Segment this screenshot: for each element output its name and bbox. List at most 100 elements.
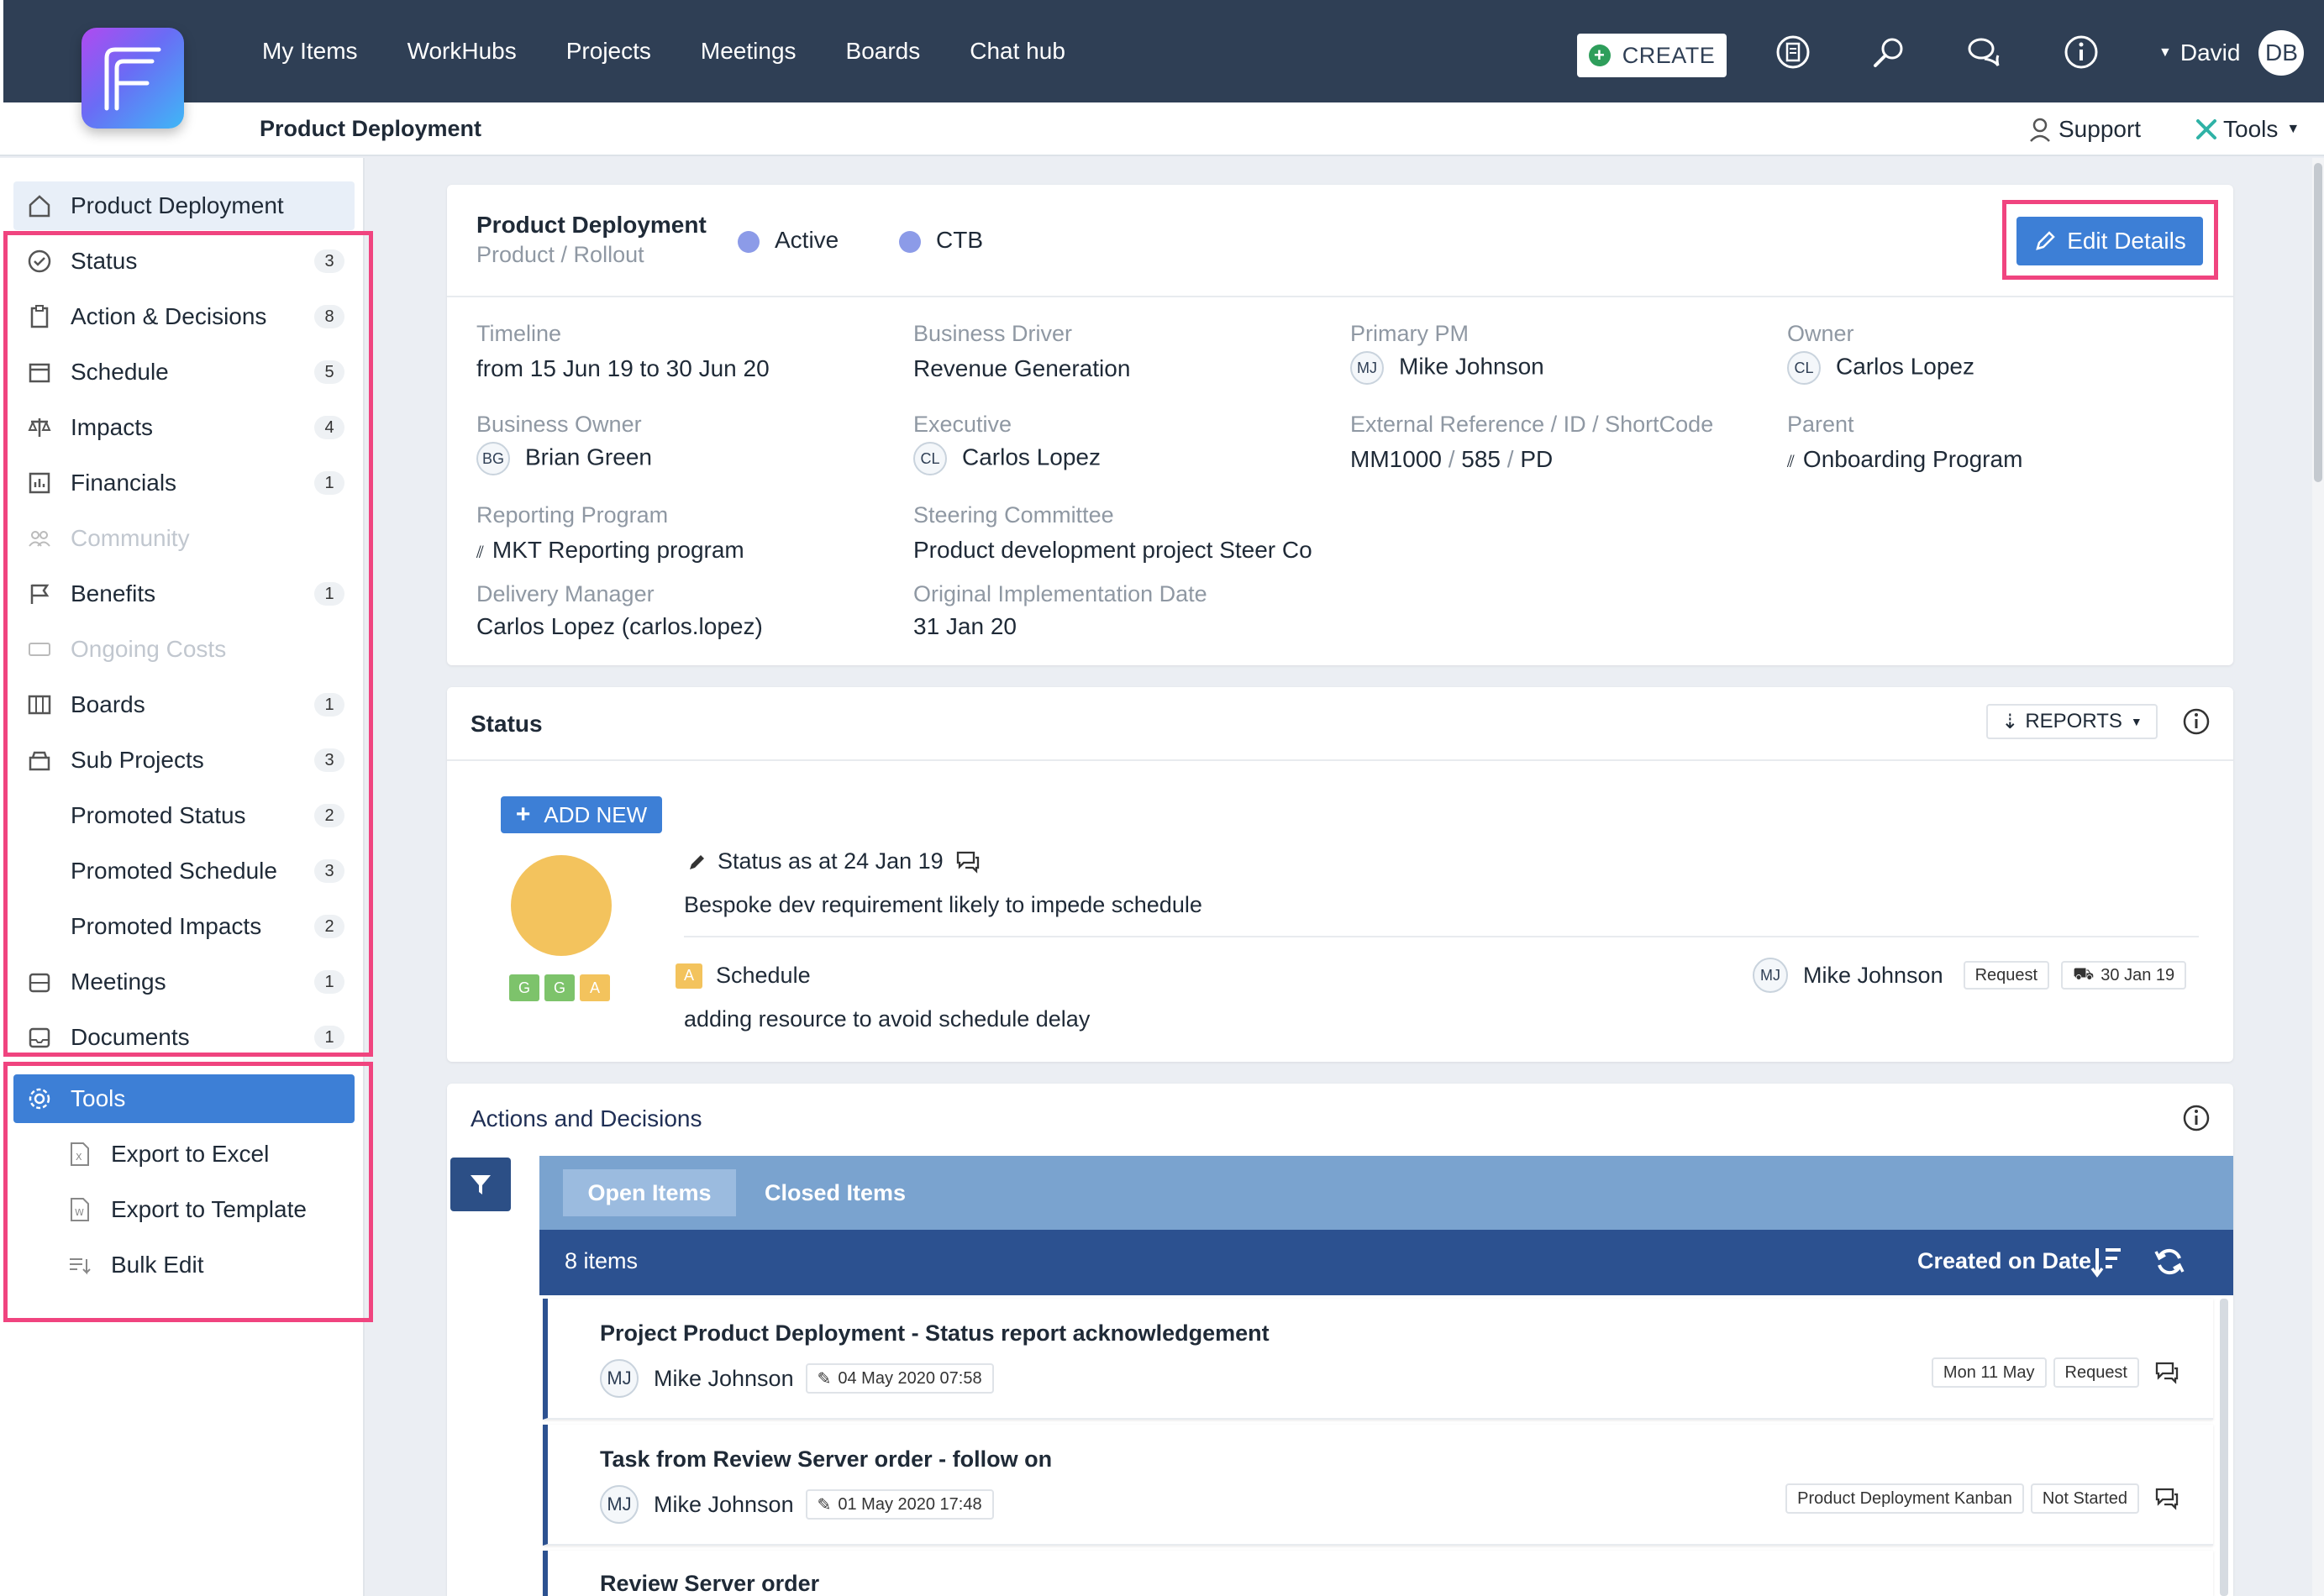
parent-value[interactable]: ⫽ Onboarding Program: [1787, 446, 2022, 473]
state-indicator: Active: [738, 227, 839, 254]
delivery-manager-value: Carlos Lopez (carlos.lopez): [476, 613, 763, 639]
status-title: Status: [471, 711, 543, 737]
breadcrumb: Product Deployment: [260, 116, 482, 141]
user-menu[interactable]: ▼ David DB: [2158, 30, 2305, 76]
status-entry-title: Status as at 24 Jan 19: [718, 848, 944, 874]
list-header: 8 items Created on Date: [539, 1230, 2233, 1295]
comment-icon[interactable]: [2154, 1361, 2179, 1384]
category-dot: [899, 230, 921, 253]
driver-value: Revenue Generation: [913, 355, 1131, 381]
sidebar-item-home[interactable]: Product Deployment: [13, 181, 355, 230]
add-new-button[interactable]: + ADD NEW: [501, 796, 662, 833]
timestamp-tag: ✎ 04 May 2020 07:58: [805, 1363, 994, 1394]
schedule-date: 30 Jan 19: [2101, 965, 2175, 984]
info-icon[interactable]: [2063, 34, 2100, 71]
divider: [684, 936, 2199, 937]
state-tag: Not Started: [2030, 1483, 2139, 1514]
schedule-note: adding resource to avoid schedule delay: [684, 1006, 1091, 1032]
item-stamp: 04 May 2020 07:58: [838, 1368, 982, 1388]
due-tag: Mon 11 May: [1931, 1357, 2047, 1388]
pencil-icon: [2036, 231, 2055, 250]
original-impl-date-value: 31 Jan 20: [913, 613, 1017, 639]
edit-details-button[interactable]: Edit Details: [2016, 217, 2203, 265]
field-label: External Reference / ID / ShortCode: [1350, 412, 1714, 437]
list-item[interactable]: Review Server order: [543, 1551, 2213, 1596]
external-ref-value: MM1000 / 585 / PD: [1350, 446, 1553, 473]
nav-projects[interactable]: Projects: [566, 38, 651, 65]
avatar: MJ: [600, 1485, 639, 1524]
comment-icon[interactable]: [2154, 1487, 2179, 1510]
sort-desc-icon[interactable]: [2090, 1245, 2124, 1278]
avatar: CL: [1787, 351, 1821, 385]
owner-name[interactable]: Carlos Lopez: [1836, 353, 1974, 379]
nav-boards[interactable]: Boards: [846, 38, 921, 65]
ext-id: 585: [1461, 446, 1501, 472]
field-label: Business Owner: [476, 412, 642, 437]
info-icon[interactable]: [2181, 706, 2211, 737]
sort-label[interactable]: Created on Date: [1917, 1248, 2091, 1274]
caret-down-icon: ▼: [2130, 715, 2143, 728]
rag-badge: G: [509, 974, 539, 1001]
item-title: Task from Review Server order - follow o…: [600, 1446, 1053, 1472]
timestamp-tag: ✎ 01 May 2020 17:48: [805, 1489, 994, 1520]
state-dot: [738, 230, 760, 253]
pencil-icon[interactable]: [687, 852, 707, 872]
item-person: Mike Johnson: [654, 1491, 794, 1517]
item-title: Review Server order: [600, 1571, 820, 1596]
page-scrollbar-track[interactable]: [2312, 158, 2324, 1596]
reporting-program-value[interactable]: ⫽ MKT Reporting program: [476, 537, 744, 564]
tab-open-items[interactable]: Open Items: [563, 1169, 736, 1216]
board-tag: Product Deployment Kanban: [1785, 1483, 2024, 1514]
field-label: Primary PM: [1350, 321, 1469, 346]
tools-menu[interactable]: Tools ▼: [2193, 116, 2300, 143]
chat-icon[interactable]: [1966, 34, 2003, 71]
milestone-icon: ⛟: [2073, 964, 2095, 984]
search-icon[interactable]: [1870, 34, 1907, 71]
actions-title: Actions and Decisions: [471, 1105, 702, 1131]
nav-chat-hub[interactable]: Chat hub: [970, 38, 1065, 65]
field-label: Owner: [1787, 321, 1854, 346]
schedule-person[interactable]: Mike Johnson: [1803, 963, 1943, 989]
pm-name[interactable]: Mike Johnson: [1399, 353, 1544, 379]
rp-name: MKT Reporting program: [492, 537, 744, 563]
highlight-tools-section: [3, 1062, 373, 1322]
field-label: Reporting Program: [476, 502, 669, 528]
info-icon[interactable]: [2181, 1103, 2211, 1133]
create-label: CREATE: [1622, 42, 1716, 68]
app-logo[interactable]: [81, 28, 184, 129]
exec-name[interactable]: Carlos Lopez: [962, 444, 1101, 470]
ext-ref: MM1000: [1350, 446, 1442, 472]
steering-committee-value: Product development project Steer Co: [913, 537, 1312, 563]
list-item[interactable]: Project Product Deployment - Status repo…: [543, 1299, 2213, 1420]
schedule-rag-badge: A: [676, 963, 702, 989]
actions-card: Actions and Decisions Open Items Closed …: [447, 1084, 2233, 1596]
filter-button[interactable]: [450, 1158, 511, 1211]
reports-dropdown[interactable]: ⇣ REPORTS ▼: [1986, 704, 2158, 739]
bo-name[interactable]: Brian Green: [525, 444, 652, 470]
page-scrollbar-thumb[interactable]: [2314, 163, 2322, 482]
tools-icon: [2196, 119, 2216, 139]
tab-closed-items[interactable]: Closed Items: [765, 1169, 906, 1216]
list-scrollbar[interactable]: [2220, 1299, 2228, 1596]
list-item[interactable]: Task from Review Server order - follow o…: [543, 1425, 2213, 1546]
nav-workhubs[interactable]: WorkHubs: [407, 38, 517, 65]
link-icon: ⫽: [476, 543, 484, 562]
field-label: Original Implementation Date: [913, 581, 1207, 606]
user-name: David: [2179, 39, 2241, 66]
comment-icon[interactable]: [955, 850, 981, 874]
nav-my-items[interactable]: My Items: [262, 38, 358, 65]
details-card: Product Deployment Product / Rollout Act…: [447, 185, 2233, 665]
type-tag: Request: [2053, 1357, 2139, 1388]
field-label: Parent: [1787, 412, 1854, 437]
item-tags: Product Deployment Kanban Not Started: [1785, 1483, 2179, 1514]
refresh-icon[interactable]: [2153, 1245, 2186, 1278]
schedule-meta: MJ Mike Johnson Request ⛟ 30 Jan 19: [1753, 958, 2187, 993]
reports-icon[interactable]: [1775, 34, 1811, 71]
create-button[interactable]: + CREATE: [1577, 34, 1727, 77]
edit-details-label: Edit Details: [2067, 228, 2186, 254]
avatar: MJ: [1350, 351, 1384, 385]
support-link[interactable]: Support: [2027, 116, 2141, 143]
item-title: Project Product Deployment - Status repo…: [600, 1320, 1270, 1346]
item-count: 8 items: [565, 1248, 639, 1273]
nav-meetings[interactable]: Meetings: [701, 38, 797, 65]
